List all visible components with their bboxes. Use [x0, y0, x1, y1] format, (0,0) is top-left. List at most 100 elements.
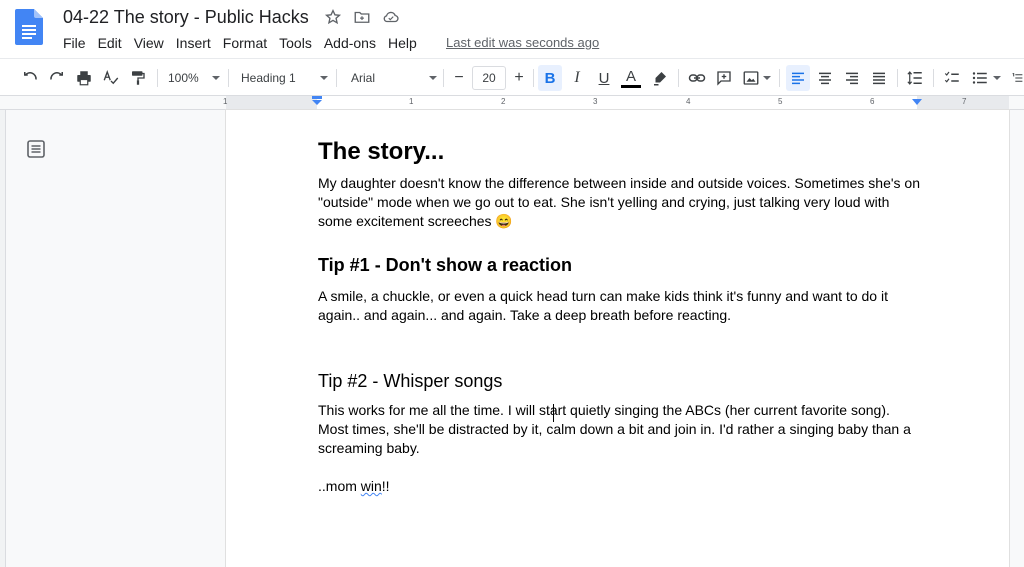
text-color-letter: A: [625, 67, 636, 85]
align-center-button[interactable]: [813, 65, 837, 91]
align-center-icon: [819, 72, 831, 85]
title-bar: 04-22 The story - Public Hacks File Edit…: [0, 0, 1024, 58]
decrease-font-size-button[interactable]: −: [448, 65, 470, 91]
cloud-saved-icon[interactable]: [381, 7, 401, 27]
insert-image-button[interactable]: [739, 65, 773, 91]
menu-tools[interactable]: Tools: [273, 33, 318, 53]
menu-file[interactable]: File: [57, 33, 92, 53]
paragraph-tip-2[interactable]: This works for me all the time. I will s…: [318, 401, 923, 458]
paragraph-signoff[interactable]: ..mom win!!: [318, 477, 923, 496]
ruler-number: 5: [778, 97, 783, 106]
move-to-folder-icon[interactable]: [352, 7, 372, 27]
paragraph-style-select[interactable]: Heading 1: [241, 65, 328, 91]
menu-help[interactable]: Help: [382, 33, 423, 53]
heading-title[interactable]: The story...: [318, 136, 923, 168]
toolbar-divider: [228, 69, 229, 87]
text-color-button[interactable]: A: [619, 65, 643, 91]
link-icon: [688, 74, 706, 82]
print-icon: [77, 71, 91, 86]
line-spacing-button[interactable]: [903, 65, 927, 91]
heading-tip-2[interactable]: Tip #2 - Whisper songs: [318, 369, 923, 393]
bulleted-list-button[interactable]: [967, 65, 1005, 91]
document-page[interactable]: The story... My daughter doesn't know th…: [226, 110, 1009, 567]
menu-view[interactable]: View: [128, 33, 170, 53]
signoff-suffix: !!: [381, 478, 390, 494]
toolbar: 100% Heading 1 Arial − 20 + B I U A: [0, 58, 1024, 96]
document-body[interactable]: The story... My daughter doesn't know th…: [318, 136, 923, 496]
bulleted-list-icon: [972, 72, 987, 84]
horizontal-ruler[interactable]: 1 1 2 3 4 5 6 7: [0, 96, 1024, 110]
highlighter-icon: [654, 72, 666, 86]
menu-edit[interactable]: Edit: [92, 33, 128, 53]
last-edit-link[interactable]: Last edit was seconds ago: [446, 35, 599, 50]
align-left-icon: [792, 72, 804, 85]
ruler-number: 1: [409, 97, 414, 106]
vertical-ruler[interactable]: [0, 110, 6, 567]
google-docs-window: 04-22 The story - Public Hacks File Edit…: [0, 0, 1024, 567]
align-left-button[interactable]: [786, 65, 810, 91]
chevron-down-icon: [762, 76, 771, 80]
justify-button[interactable]: [867, 65, 891, 91]
paint-format-button[interactable]: [126, 65, 150, 91]
menu-bar: File Edit View Insert Format Tools Add-o…: [57, 33, 423, 53]
italic-button[interactable]: I: [565, 65, 589, 91]
bold-button[interactable]: B: [538, 65, 562, 91]
ruler-number: 1: [223, 97, 228, 106]
menu-insert[interactable]: Insert: [170, 33, 217, 53]
checklist-button[interactable]: [940, 65, 964, 91]
redo-icon: [50, 72, 63, 80]
document-outline-icon[interactable]: [26, 139, 46, 159]
chevron-down-icon: [993, 76, 1001, 80]
spellcheck-button[interactable]: [99, 65, 123, 91]
ruler-number: 7: [962, 97, 967, 106]
zoom-select[interactable]: 100%: [168, 65, 220, 91]
insert-comment-button[interactable]: [712, 65, 736, 91]
text-color-swatch: [621, 84, 641, 88]
print-button[interactable]: [72, 65, 96, 91]
toolbar-divider: [336, 69, 337, 87]
numbered-list-button[interactable]: [1011, 65, 1024, 91]
ruler-left-margin: [226, 96, 317, 109]
toolbar-divider: [933, 69, 934, 87]
spelling-flagged-word[interactable]: win: [361, 478, 382, 494]
toolbar-divider: [779, 69, 780, 87]
image-icon: [743, 71, 758, 85]
menu-format[interactable]: Format: [217, 33, 273, 53]
redo-button[interactable]: [45, 65, 69, 91]
text-cursor: [553, 404, 554, 422]
paragraph-tip-1[interactable]: A smile, a chuckle, or even a quick head…: [318, 287, 923, 325]
toolbar-divider: [443, 69, 444, 87]
star-icon[interactable]: [323, 7, 343, 27]
toolbar-divider: [157, 69, 158, 87]
increase-font-size-button[interactable]: +: [508, 65, 530, 91]
align-right-button[interactable]: [840, 65, 864, 91]
font-size-input[interactable]: 20: [472, 66, 506, 90]
ruler-number: 6: [870, 97, 875, 106]
align-right-icon: [846, 72, 858, 85]
zoom-value: 100%: [168, 71, 199, 85]
heading-tip-1[interactable]: Tip #1 - Don't show a reaction: [318, 253, 923, 277]
numbered-list-icon: [1012, 73, 1023, 82]
spellcheck-icon: [103, 70, 119, 85]
font-select[interactable]: Arial: [351, 65, 437, 91]
docs-logo-icon[interactable]: [15, 9, 43, 45]
underline-button[interactable]: U: [592, 65, 616, 91]
chevron-down-icon: [429, 76, 437, 80]
right-indent-marker-icon[interactable]: [911, 98, 923, 106]
add-comment-icon: [717, 71, 731, 86]
undo-button[interactable]: [18, 65, 42, 91]
checklist-icon: [944, 71, 959, 83]
chevron-down-icon: [320, 76, 328, 80]
ruler-number: 4: [686, 97, 691, 106]
insert-link-button[interactable]: [685, 65, 709, 91]
paragraph-intro[interactable]: My daughter doesn't know the difference …: [318, 174, 923, 231]
left-indent-marker-icon[interactable]: [311, 96, 323, 106]
highlight-button[interactable]: [648, 65, 672, 91]
document-title[interactable]: 04-22 The story - Public Hacks: [63, 7, 309, 28]
font-value: Arial: [351, 71, 376, 85]
menu-addons[interactable]: Add-ons: [318, 33, 382, 53]
toolbar-divider: [897, 69, 898, 87]
line-spacing-icon: [907, 71, 922, 85]
paint-roller-icon: [132, 71, 145, 85]
toolbar-divider: [533, 69, 534, 87]
